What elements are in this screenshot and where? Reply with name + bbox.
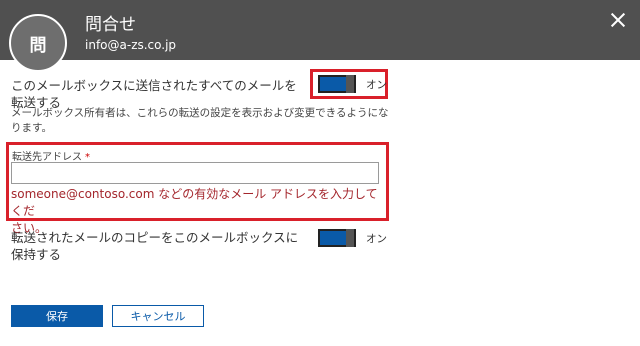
close-icon[interactable] [610,12,626,28]
forwarding-toggle[interactable] [318,75,356,93]
mailbox-email: info@a-zs.co.jp [85,38,177,52]
cancel-button[interactable]: キャンセル [112,305,204,327]
avatar: 問 [9,14,67,72]
toggle-knob [346,229,354,247]
forwarding-toggle-group: オン [318,75,387,93]
keep-copy-toggle-state: オン [366,232,387,245]
mailbox-title: 問合せ [85,15,136,35]
forwarding-description: メールボックス所有者は、これらの転送の設定を表示および変更できるようにな ります… [11,107,389,134]
panel-header: 問合せ info@a-zs.co.jp [0,0,640,60]
keep-copy-label: 転送されたメールのコピーをこのメールボックスに 保持する [11,230,299,262]
forward-address-input[interactable] [11,162,379,184]
keep-copy-toggle-group: オン [318,229,387,247]
forwarding-toggle-state: オン [366,78,387,91]
keep-copy-toggle[interactable] [318,229,356,247]
forward-address-label: 転送先アドレス * [12,152,90,163]
toggle-knob [346,75,354,93]
save-button[interactable]: 保存 [11,305,103,327]
